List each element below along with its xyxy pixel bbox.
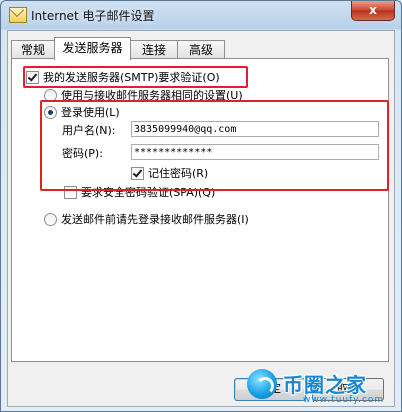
password-label-row: 密码(P): [62,145,103,161]
username-label-row: 用户名(N): [62,122,116,138]
mail-envelope-icon [9,7,27,23]
dialog-client-area: 常规 发送服务器 连接 高级 我的发送服务器(SMTP)要求验证(O) 使用与接… [7,30,395,407]
require-auth-option[interactable]: 我的发送服务器(SMTP)要求验证(O) [26,69,220,85]
tab-advanced[interactable]: 高级 [177,40,225,59]
same-settings-radio[interactable] [44,88,57,102]
logon-before-send-label: 发送邮件前请先登录接收邮件服务器(I) [61,213,249,226]
logon-using-radio[interactable] [44,105,57,119]
username-label: 用户名(N): [62,124,116,137]
window-title: Internet 电子邮件设置 [31,9,155,23]
tab-connection[interactable]: 连接 [130,40,178,59]
spa-checkbox[interactable] [64,185,77,199]
outgoing-server-panel: 我的发送服务器(SMTP)要求验证(O) 使用与接收邮件服务器相同的设置(U) … [11,58,389,362]
username-input[interactable]: 3835099940@qq.com [131,121,379,137]
password-input[interactable]: ************* [131,144,379,160]
title-bar: Internet 电子邮件设置 x [1,1,401,29]
tab-general[interactable]: 常规 [11,40,55,59]
watermark-name: 币圈之家 [283,373,367,397]
require-auth-checkbox[interactable] [26,70,39,84]
spa-option[interactable]: 要求安全密码验证(SPA)(Q) [64,184,215,200]
same-settings-label: 使用与接收邮件服务器相同的设置(U) [61,89,243,102]
logon-before-send-option[interactable]: 发送邮件前请先登录接收邮件服务器(I) [44,211,249,227]
logon-before-send-radio[interactable] [44,212,57,226]
same-settings-option[interactable]: 使用与接收邮件服务器相同的设置(U) [44,87,243,103]
spa-label: 要求安全密码验证(SPA)(Q) [81,186,216,199]
site-watermark: 币圈之家 www.tuufy.com [247,367,397,407]
close-button[interactable]: x [351,1,395,21]
remember-password-checkbox[interactable] [131,166,144,180]
password-label: 密码(P): [62,147,103,160]
tab-outgoing-server[interactable]: 发送服务器 [54,37,131,60]
logon-using-label: 登录使用(L) [61,106,120,119]
remember-password-option[interactable]: 记住密码(R) [131,165,208,181]
logon-using-option[interactable]: 登录使用(L) [44,104,120,120]
coin-logo-icon [247,369,277,399]
watermark-url: www.tuufy.com [303,395,385,405]
remember-password-label: 记住密码(R) [148,167,209,180]
email-settings-dialog: Internet 电子邮件设置 x 常规 发送服务器 连接 高级 我的发送服务器… [0,0,402,412]
require-auth-label: 我的发送服务器(SMTP)要求验证(O) [43,71,220,84]
